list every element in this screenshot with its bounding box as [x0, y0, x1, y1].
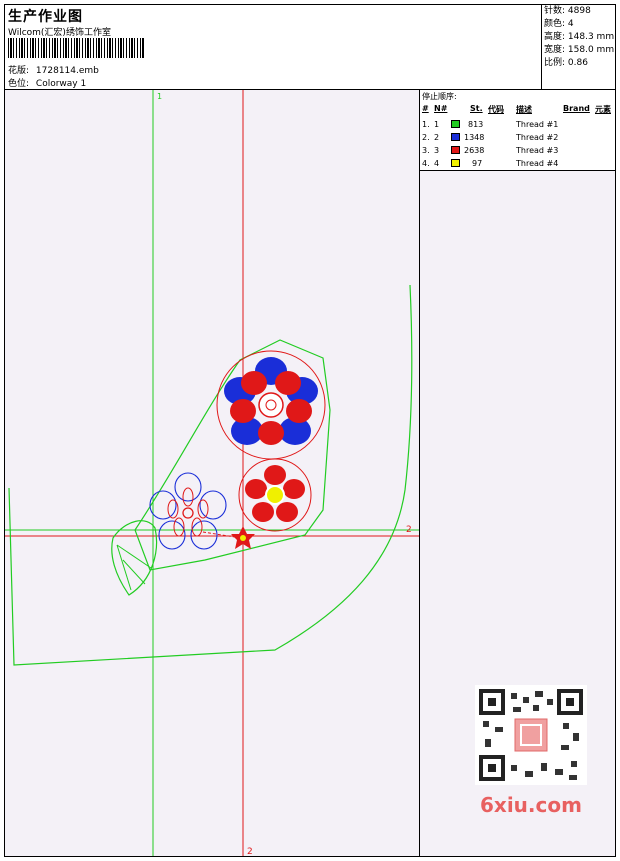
colorway-name: Colorway 1 — [35, 79, 87, 89]
col-brand: Brand — [563, 104, 590, 113]
studio-name: Wilcom(汇宏)绣饰工作室 — [8, 28, 111, 38]
design-file-label: 花版: — [8, 66, 30, 76]
design-stats: 针数: 4898 颜色: 4 高度: 148.3 mm 宽度: 158.0 mm… — [541, 5, 616, 89]
thread-swatch — [451, 146, 460, 154]
col-element: 元素 — [595, 105, 611, 114]
qr-code — [475, 685, 587, 785]
stat-stitches: 针数: 4898 — [544, 6, 591, 16]
design-canvas[interactable]: 1 2 2 — [5, 90, 420, 856]
medium-flower — [238, 458, 312, 532]
col-needle: N# — [434, 104, 448, 113]
col-number: # — [422, 104, 429, 113]
stat-width: 宽度: 158.0 mm — [544, 45, 615, 55]
thread-swatch — [451, 159, 460, 167]
col-description: 描述 — [516, 105, 532, 114]
stop-sequence-title: 停止顺序: — [422, 92, 457, 101]
table-row[interactable]: 2. 2 1348 Thread #2 — [420, 131, 615, 144]
stop-sequence-panel: 停止顺序: # N# St. 代码 描述 Brand 元素 1. 1 813 T… — [420, 90, 615, 171]
thread-swatch — [451, 133, 460, 141]
axis-label-v2: 2 — [247, 847, 253, 856]
design-file-line: 花版: 1728114.emb — [8, 63, 99, 76]
stat-colors: 颜色: 4 — [544, 19, 574, 29]
watermark: 6xiu.com — [480, 793, 582, 817]
medium-flower-center — [265, 485, 285, 505]
page-title: 生产作业图 — [8, 9, 83, 25]
thread-swatch — [451, 120, 460, 128]
embroidery-drawing: 1 2 2 — [5, 90, 419, 856]
axis-label-h2: 2 — [406, 525, 412, 535]
table-row[interactable]: 1. 1 813 Thread #1 — [420, 118, 615, 131]
stat-height: 高度: 148.3 mm — [544, 32, 615, 42]
green-small-leaf — [111, 520, 158, 596]
large-flower-center — [258, 392, 284, 418]
table-row[interactable]: 4. 4 97 Thread #4 — [420, 157, 615, 170]
green-border-curve — [8, 284, 413, 666]
col-code: 代码 — [488, 105, 504, 114]
colorway-line: 色位: Colorway 1 — [8, 76, 86, 89]
outline-flower — [149, 472, 227, 550]
stat-scale: 比例: 0.86 — [544, 58, 588, 68]
design-file-name: 1728114.emb — [35, 66, 99, 76]
axis-label-v1: 1 — [157, 92, 162, 101]
colorway-label: 色位: — [8, 79, 30, 89]
barcode — [8, 38, 144, 58]
large-flower — [216, 350, 326, 460]
table-row[interactable]: 3. 3 2638 Thread #3 — [420, 144, 615, 157]
production-sheet: 生产作业图 Wilcom(汇宏)绣饰工作室 花版: 1728114.emb 色位… — [4, 4, 616, 857]
col-stitches: St. — [470, 104, 483, 113]
sheet-header: 生产作业图 Wilcom(汇宏)绣饰工作室 花版: 1728114.emb 色位… — [5, 5, 615, 90]
